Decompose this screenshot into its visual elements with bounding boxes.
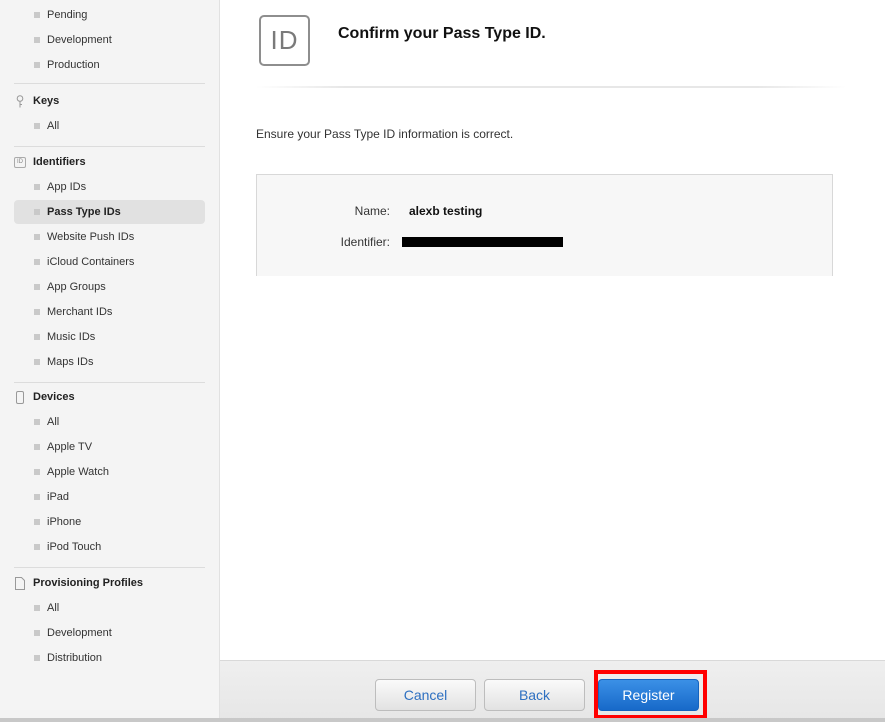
identifier-redacted — [402, 237, 563, 247]
pass-type-id-icon: ID — [259, 15, 310, 66]
back-button[interactable]: Back — [484, 679, 585, 711]
bullet-icon — [34, 544, 40, 550]
page-title: Confirm your Pass Type ID. — [338, 25, 546, 42]
bullet-icon — [34, 605, 40, 611]
sidebar-divider — [14, 382, 205, 383]
bullet-icon — [34, 359, 40, 365]
sidebar-section-keys: Keys — [14, 91, 205, 111]
bullet-icon — [34, 519, 40, 525]
sidebar-item-label: iPhone — [47, 516, 82, 528]
sidebar-item-label: Merchant IDs — [47, 306, 113, 318]
document-icon — [14, 576, 26, 590]
bullet-icon — [34, 444, 40, 450]
sidebar-item-pass-type-ids[interactable]: Pass Type IDs — [14, 200, 205, 224]
register-button[interactable]: Register — [598, 679, 699, 711]
identifier-label: Identifier: — [340, 235, 390, 249]
sidebar-item-certificates-pending[interactable]: Pending — [14, 3, 205, 27]
sidebar-item-label: Development — [47, 34, 112, 46]
bullet-icon — [34, 37, 40, 43]
sidebar-item-website-push-ids[interactable]: Website Push IDs — [14, 225, 205, 249]
main-content: ID Confirm your Pass Type ID. Ensure you… — [220, 0, 885, 660]
id-icon: ID — [14, 156, 26, 169]
sidebar-divider — [14, 146, 205, 147]
sidebar-item-profiles-development[interactable]: Development — [14, 621, 205, 645]
sidebar-item-icloud-containers[interactable]: iCloud Containers — [14, 250, 205, 274]
sidebar-item-music-ids[interactable]: Music IDs — [14, 325, 205, 349]
sidebar-item-keys-all[interactable]: All — [14, 114, 205, 138]
sidebar-section-identifiers: ID Identifiers — [14, 152, 205, 172]
window-bottom-edge — [0, 718, 885, 722]
section-heading: Provisioning Profiles — [33, 577, 144, 589]
bullet-icon — [34, 234, 40, 240]
bullet-icon — [34, 419, 40, 425]
sidebar-section-devices: Devices — [14, 387, 205, 407]
bullet-icon — [34, 494, 40, 500]
section-heading: Identifiers — [33, 156, 86, 168]
sidebar-item-label: All — [47, 416, 60, 428]
sidebar-section-provisioning-profiles: Provisioning Profiles — [14, 573, 205, 593]
sidebar-item-label: All — [47, 120, 60, 132]
section-heading: Keys — [33, 95, 60, 107]
sidebar-item-ipad[interactable]: iPad — [14, 485, 205, 509]
sidebar-item-label: iCloud Containers — [47, 256, 135, 268]
sidebar-item-apple-watch[interactable]: Apple Watch — [14, 460, 205, 484]
sidebar-item-profiles-distribution[interactable]: Distribution — [14, 646, 205, 670]
sidebar-item-merchant-ids[interactable]: Merchant IDs — [14, 300, 205, 324]
sidebar-item-label: Development — [47, 627, 112, 639]
sidebar-item-app-groups[interactable]: App Groups — [14, 275, 205, 299]
name-value: alexb testing — [409, 204, 483, 218]
sidebar-item-label: App Groups — [47, 281, 106, 293]
sidebar-item-label: iPad — [47, 491, 70, 503]
sidebar: Pending Development Production Keys All … — [0, 0, 220, 722]
sidebar-item-label: Pass Type IDs — [47, 206, 121, 218]
sidebar-item-certificates-development[interactable]: Development — [14, 28, 205, 52]
sidebar-item-label: Pending — [47, 9, 88, 21]
bullet-icon — [34, 12, 40, 18]
sidebar-item-devices-all[interactable]: All — [14, 410, 205, 434]
sidebar-item-iphone[interactable]: iPhone — [14, 510, 205, 534]
sidebar-item-certificates-production[interactable]: Production — [14, 53, 205, 77]
device-icon — [14, 390, 26, 404]
title-divider — [256, 86, 846, 88]
sidebar-item-label: Apple Watch — [47, 466, 109, 478]
bullet-icon — [34, 334, 40, 340]
bullet-icon — [34, 209, 40, 215]
bullet-icon — [34, 62, 40, 68]
bullet-icon — [34, 309, 40, 315]
section-heading: Devices — [33, 391, 75, 403]
intro-text: Ensure your Pass Type ID information is … — [256, 127, 514, 141]
bullet-icon — [34, 630, 40, 636]
sidebar-item-label: App IDs — [47, 181, 87, 193]
sidebar-divider — [14, 567, 205, 568]
sidebar-item-profiles-all[interactable]: All — [14, 596, 205, 620]
sidebar-item-label: Music IDs — [47, 331, 96, 343]
footer-toolbar: Cancel Back Register — [220, 660, 885, 722]
sidebar-item-ipod-touch[interactable]: iPod Touch — [14, 535, 205, 559]
sidebar-item-maps-ids[interactable]: Maps IDs — [14, 350, 205, 374]
bullet-icon — [34, 469, 40, 475]
name-label: Name: — [354, 204, 390, 218]
sidebar-item-label: Distribution — [47, 652, 103, 664]
sidebar-item-label: All — [47, 602, 60, 614]
sidebar-item-label: iPod Touch — [47, 541, 102, 553]
bullet-icon — [34, 184, 40, 190]
bullet-icon — [34, 259, 40, 265]
id-icon-text: ID — [14, 156, 26, 168]
sidebar-item-app-ids[interactable]: App IDs — [14, 175, 205, 199]
bullet-icon — [34, 655, 40, 661]
cancel-button[interactable]: Cancel — [375, 679, 476, 711]
sidebar-item-label: Production — [47, 59, 100, 71]
key-icon — [14, 94, 26, 108]
sidebar-divider — [14, 83, 205, 84]
sidebar-item-label: Website Push IDs — [47, 231, 135, 243]
sidebar-item-apple-tv[interactable]: Apple TV — [14, 435, 205, 459]
sidebar-item-label: Maps IDs — [47, 356, 94, 368]
bullet-icon — [34, 284, 40, 290]
bullet-icon — [34, 123, 40, 129]
sidebar-item-label: Apple TV — [47, 441, 93, 453]
details-panel: Name: alexb testing Identifier: — [256, 174, 833, 276]
